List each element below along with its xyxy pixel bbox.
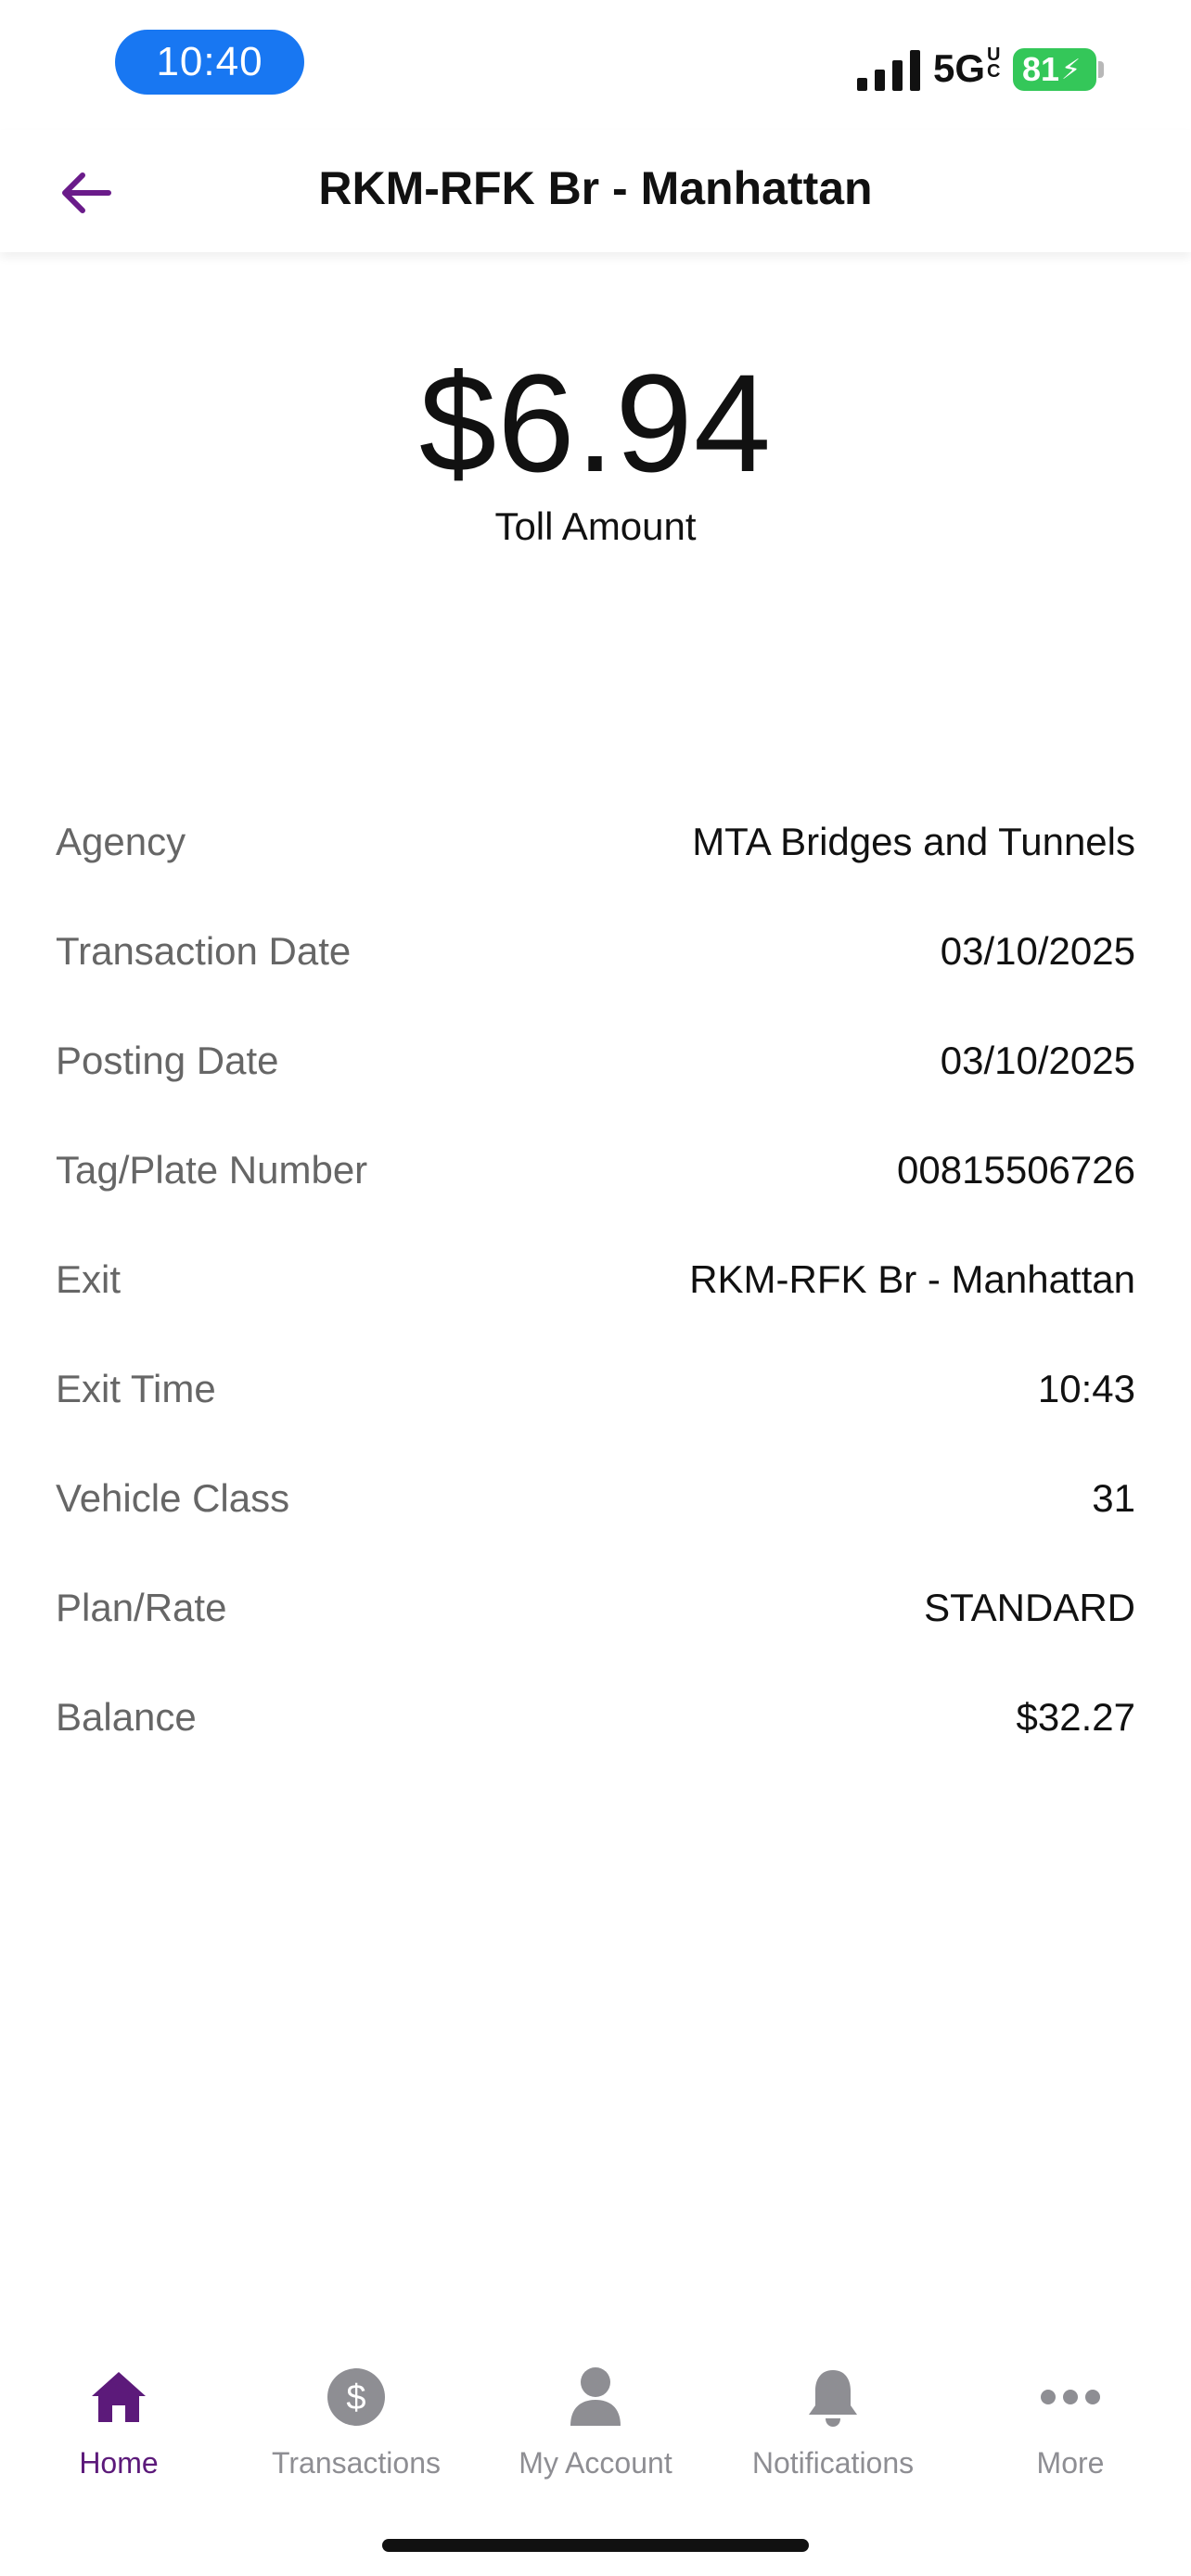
app-screen: 10:40 5G UC 81 ⚡ RKM-RFK Br - Manhattan $… [0,0,1191,2576]
toll-amount-label: Toll Amount [494,504,697,548]
detail-row-tag-plate: Tag/Plate Number 00815506726 [56,1148,1135,1257]
svg-text:$: $ [346,2378,365,2417]
tab-home[interactable]: Home [17,2346,221,2494]
detail-label: Tag/Plate Number [56,1148,368,1192]
detail-label: Agency [56,820,186,863]
detail-row-exit: Exit RKM-RFK Br - Manhattan [56,1257,1135,1367]
tab-transactions[interactable]: $ Transactions [254,2346,458,2494]
battery-icon: 81 ⚡ [1013,48,1096,91]
detail-value: 03/10/2025 [940,1039,1135,1082]
detail-row-transaction-date: Transaction Date 03/10/2025 [56,929,1135,1039]
detail-row-plan-rate: Plan/Rate STANDARD [56,1586,1135,1695]
detail-value: 31 [1092,1476,1135,1520]
page-title: RKM-RFK Br - Manhattan [318,162,873,214]
tab-label: Home [79,2446,159,2480]
home-icon [86,2365,151,2429]
detail-value: STANDARD [924,1586,1135,1629]
detail-value: RKM-RFK Br - Manhattan [689,1257,1135,1301]
detail-row-exit-time: Exit Time 10:43 [56,1367,1135,1476]
detail-value: 00815506726 [897,1148,1135,1192]
tab-notifications[interactable]: Notifications [731,2346,935,2494]
detail-value: MTA Bridges and Tunnels [692,820,1135,863]
detail-label: Exit Time [56,1367,216,1410]
detail-row-vehicle-class: Vehicle Class 31 [56,1476,1135,1586]
status-bar: 10:40 5G UC 81 ⚡ [0,0,1191,130]
transaction-details: Agency MTA Bridges and Tunnels Transacti… [56,820,1135,1804]
tab-my-account[interactable]: My Account [493,2346,698,2494]
more-icon [1038,2365,1103,2429]
detail-row-posting-date: Posting Date 03/10/2025 [56,1039,1135,1148]
detail-row-agency: Agency MTA Bridges and Tunnels [56,820,1135,929]
detail-value: 10:43 [1037,1367,1135,1410]
network-indicator: 5G UC [933,45,1001,90]
person-icon [563,2365,628,2429]
toll-amount: $6.94 [418,345,773,501]
tab-more[interactable]: More [968,2346,1172,2494]
battery-level: 81 [1022,50,1060,88]
home-indicator[interactable] [382,2539,809,2552]
detail-label: Balance [56,1695,197,1739]
nav-header: RKM-RFK Br - Manhattan [0,130,1191,252]
tab-label: My Account [519,2446,672,2480]
detail-label: Vehicle Class [56,1476,290,1520]
battery-cap [1098,61,1104,78]
tab-label: Notifications [751,2446,915,2480]
detail-label: Plan/Rate [56,1586,227,1629]
detail-value: 03/10/2025 [940,929,1135,973]
status-time: 10:40 [115,30,304,95]
tab-label: More [1036,2446,1105,2480]
detail-label: Exit [56,1257,122,1301]
signal-icon [857,50,920,91]
tab-label: Transactions [272,2446,441,2480]
detail-value: $32.27 [1016,1695,1135,1739]
detail-row-balance: Balance $32.27 [56,1695,1135,1804]
dollar-icon: $ [324,2365,389,2429]
bell-icon [800,2365,865,2429]
detail-label: Posting Date [56,1039,279,1082]
detail-label: Transaction Date [56,929,352,973]
bottom-tab-bar: Home $ Transactions My Account Notificat… [0,2346,1191,2504]
